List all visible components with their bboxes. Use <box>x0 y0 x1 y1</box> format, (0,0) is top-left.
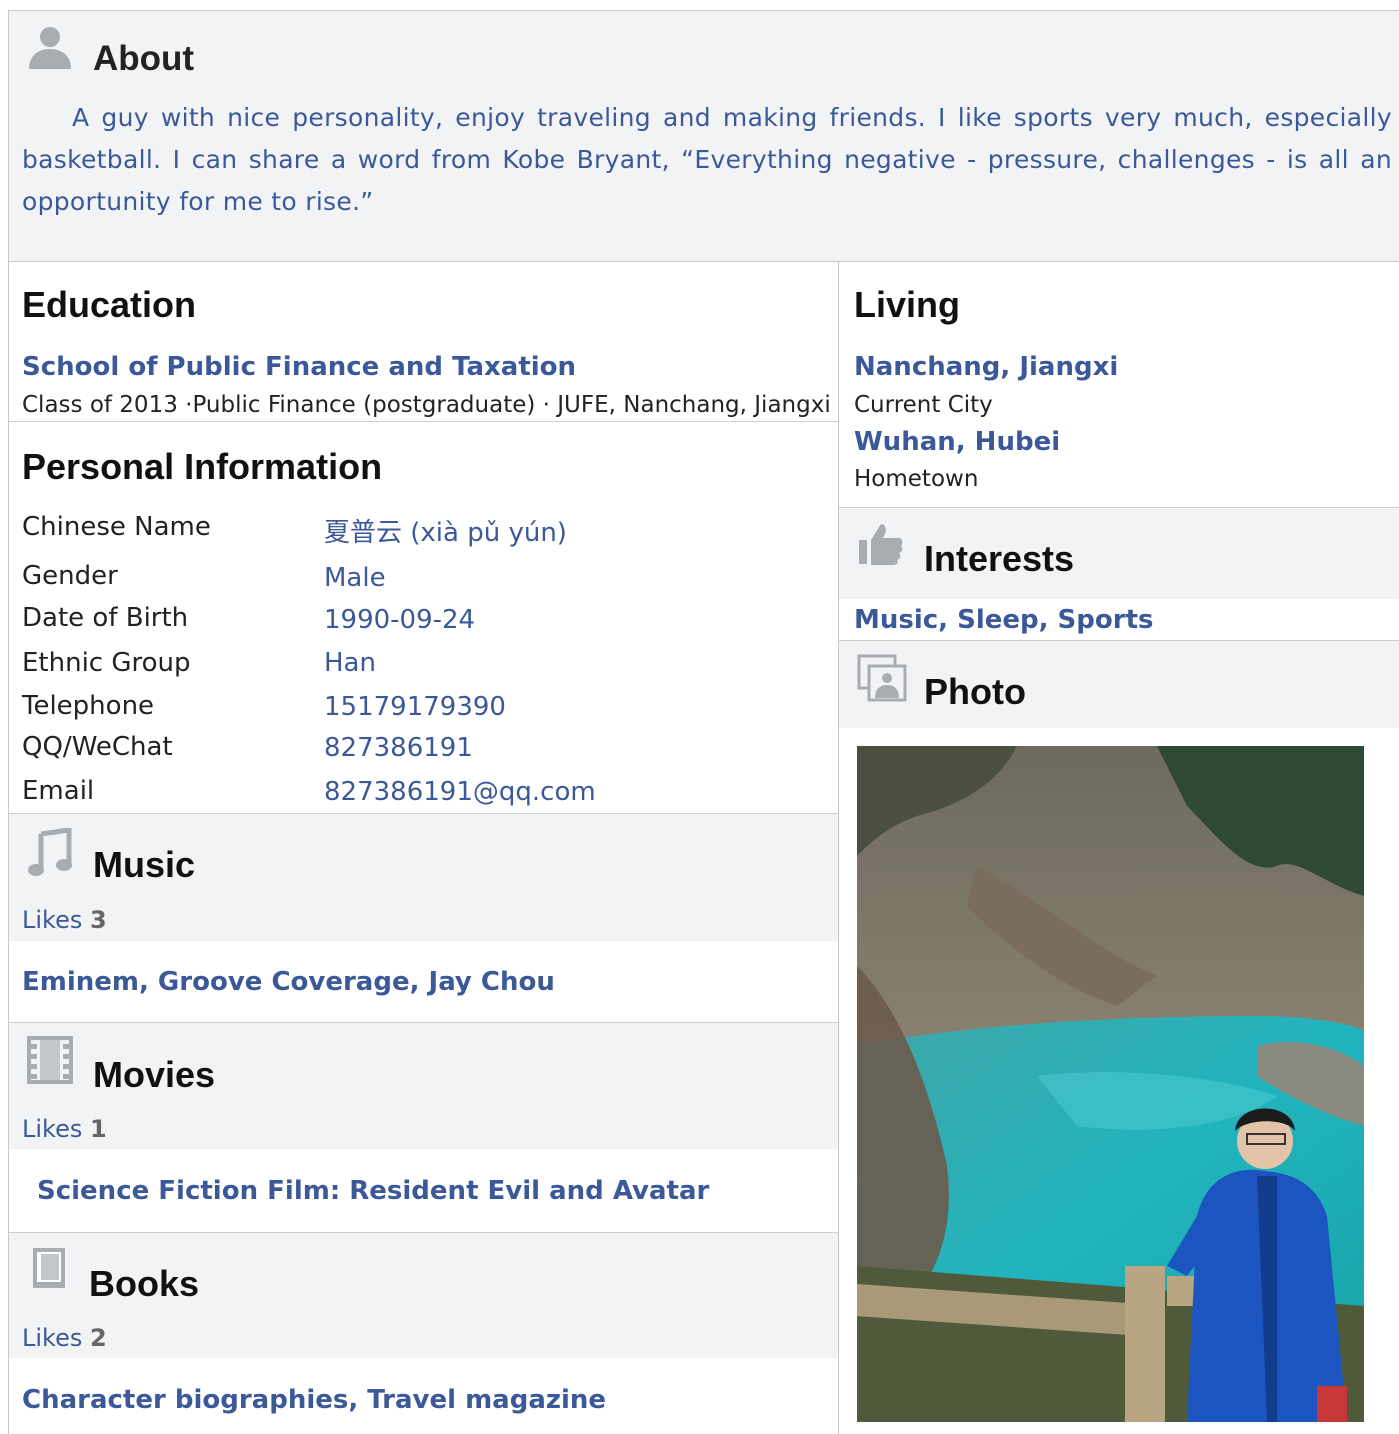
info-label: Gender <box>22 561 118 591</box>
photo-title: Photo <box>924 671 1026 712</box>
info-label: Telephone <box>22 691 155 721</box>
music-note-icon <box>28 828 72 876</box>
movies-likes-count: 1 <box>90 1115 107 1143</box>
living-title: Living <box>854 284 960 325</box>
person-icon <box>29 27 71 69</box>
education-detail: Class of 2013 ·Public Finance (postgradu… <box>22 392 831 418</box>
book-icon <box>33 1248 65 1288</box>
info-label: Email <box>22 776 95 806</box>
movies-likes: Likes 1 <box>22 1115 107 1143</box>
right-column: Living Nanchang, Jiangxi Current City Wu… <box>839 262 1399 1434</box>
education-school-link[interactable]: School of Public Finance and Taxation <box>22 352 576 382</box>
books-items[interactable]: Character biographies, Travel magazine <box>22 1385 606 1415</box>
books-likes: Likes 2 <box>22 1324 107 1352</box>
education-title: Education <box>22 284 197 325</box>
info-value-email[interactable]: 827386191@qq.com <box>324 777 596 807</box>
movies-title: Movies <box>93 1054 216 1095</box>
current-city-link[interactable]: Nanchang, Jiangxi <box>854 352 1118 382</box>
about-section: About A guy with nice personality, enjoy… <box>8 10 1399 262</box>
music-likes: Likes 3 <box>22 906 107 934</box>
about-text: A guy with nice personality, enjoy trave… <box>22 103 1392 216</box>
info-value-ethnic: Han <box>324 648 376 678</box>
profile-photo[interactable] <box>857 746 1364 1422</box>
interests-header <box>839 507 1399 599</box>
thumbs-up-icon <box>859 524 903 565</box>
music-likes-count: 3 <box>90 906 107 934</box>
photo-frame-icon <box>857 654 907 702</box>
left-column: Education School of Public Finance and T… <box>8 262 839 1434</box>
music-title: Music <box>93 844 196 885</box>
movies-items[interactable]: Science Fiction Film: Resident Evil and … <box>37 1176 709 1206</box>
hometown-link[interactable]: Wuhan, Hubei <box>854 427 1060 457</box>
info-label: Ethnic Group <box>22 648 191 678</box>
current-city-label: Current City <box>854 392 993 418</box>
info-value-chinese-name: 夏普云 (xià pǔ yún) <box>324 518 567 548</box>
info-label: Date of Birth <box>22 603 189 633</box>
interests-title: Interests <box>924 538 1075 579</box>
info-value-qq: 827386191 <box>324 733 473 763</box>
info-value-gender: Male <box>324 563 386 593</box>
photo-header <box>839 640 1399 728</box>
divider <box>9 421 838 422</box>
books-likes-count: 2 <box>90 1324 107 1352</box>
info-label: Chinese Name <box>22 512 211 542</box>
hometown-label: Hometown <box>854 466 979 492</box>
about-title: About <box>93 39 195 78</box>
info-value-telephone[interactable]: 15179179390 <box>324 692 506 722</box>
books-title: Books <box>89 1263 200 1304</box>
personal-title: Personal Information <box>22 446 383 487</box>
music-items[interactable]: Eminem, Groove Coverage, Jay Chou <box>22 967 555 997</box>
info-value-dob: 1990-09-24 <box>324 605 476 635</box>
film-strip-icon <box>27 1036 73 1084</box>
interests-items[interactable]: Music, Sleep, Sports <box>854 605 1153 635</box>
info-label: QQ/WeChat <box>22 732 173 762</box>
